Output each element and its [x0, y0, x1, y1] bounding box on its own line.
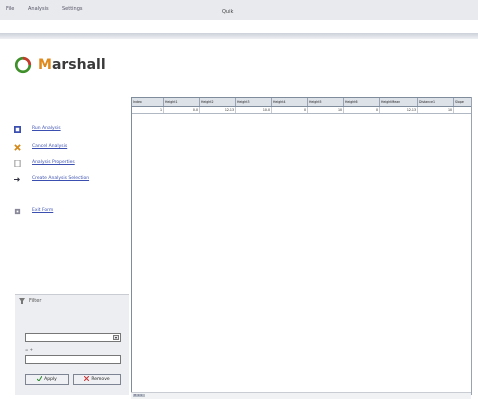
filter-value-input[interactable] — [25, 355, 121, 364]
brand-first-letter: M — [38, 57, 52, 73]
table-row[interactable]: 1 0.0 12.13 10.0 0 10 0 12.13 10 — [132, 107, 472, 114]
remove-button[interactable]: Remove — [73, 374, 121, 385]
task-label: Cancel Analysis — [32, 144, 68, 149]
table-cell: 0 — [344, 107, 380, 113]
column-header[interactable]: Height5 — [308, 98, 344, 106]
table-cell: 10 — [308, 107, 344, 113]
grid-right-border — [471, 97, 472, 395]
filter-title: Filter — [29, 298, 42, 304]
filter-operator-hint: = + — [25, 347, 33, 352]
column-header[interactable]: Index — [132, 98, 164, 106]
toolbar-divider — [0, 33, 478, 39]
task-label: Exit Form — [32, 208, 54, 213]
task-label: Run Analysis — [32, 126, 61, 131]
brand-name-rest: arshall — [51, 57, 106, 73]
menu-settings[interactable]: Settings — [62, 6, 83, 12]
results-grid[interactable]: Index Height1 Height2 Height3 Height4 He… — [131, 97, 472, 396]
properties-icon — [14, 160, 21, 167]
apply-button[interactable]: Apply — [25, 374, 69, 385]
cancel-icon — [14, 144, 21, 151]
grid-header: Index Height1 Height2 Height3 Height4 He… — [132, 98, 472, 107]
column-header[interactable]: HeightMean — [380, 98, 418, 106]
remove-label: Remove — [91, 377, 110, 382]
table-cell: 1 — [132, 107, 164, 113]
scroll-label: H 1:1 — [134, 393, 143, 397]
task-label: Analysis Properties — [32, 160, 75, 165]
remove-icon — [84, 376, 90, 381]
chevron-down-icon[interactable]: ▾ — [113, 335, 119, 340]
selection-icon — [14, 177, 20, 182]
column-header[interactable]: Height4 — [272, 98, 308, 106]
filter-field-select[interactable]: ▾ — [25, 333, 121, 342]
table-cell: 0.0 — [164, 107, 200, 113]
menu-analysis[interactable]: Analysis — [28, 6, 49, 12]
filter-icon — [19, 298, 25, 304]
run-icon — [14, 126, 21, 133]
exit-icon — [14, 208, 21, 215]
table-cell: 10 — [418, 107, 454, 113]
column-header[interactable]: Height1 — [164, 98, 200, 106]
column-header[interactable]: Height6 — [344, 98, 380, 106]
table-cell: 12.13 — [200, 107, 236, 113]
task-label: Create Analysis Selection — [32, 176, 90, 181]
column-header[interactable]: Slope — [454, 98, 472, 106]
apply-icon — [37, 376, 43, 381]
apply-label: Apply — [44, 377, 57, 382]
column-header[interactable]: Height3 — [236, 98, 272, 106]
horizontal-scrollbar[interactable]: H 1:1 — [131, 392, 471, 399]
table-cell — [454, 107, 472, 113]
menu-bar: File Analysis Settings Quik — [0, 0, 478, 20]
filter-panel: Filter ▾ = + Apply Remove — [15, 294, 129, 395]
table-cell: 10.0 — [236, 107, 272, 113]
menubar-center-tag: Quik — [222, 9, 234, 15]
menu-file[interactable]: File — [6, 6, 14, 12]
column-header[interactable]: Height2 — [200, 98, 236, 106]
table-cell: 12.13 — [380, 107, 418, 113]
column-header[interactable]: Distance1 — [418, 98, 454, 106]
brand-name: Marshall — [38, 57, 106, 73]
marshall-logo-icon — [14, 56, 32, 74]
table-cell: 0 — [272, 107, 308, 113]
